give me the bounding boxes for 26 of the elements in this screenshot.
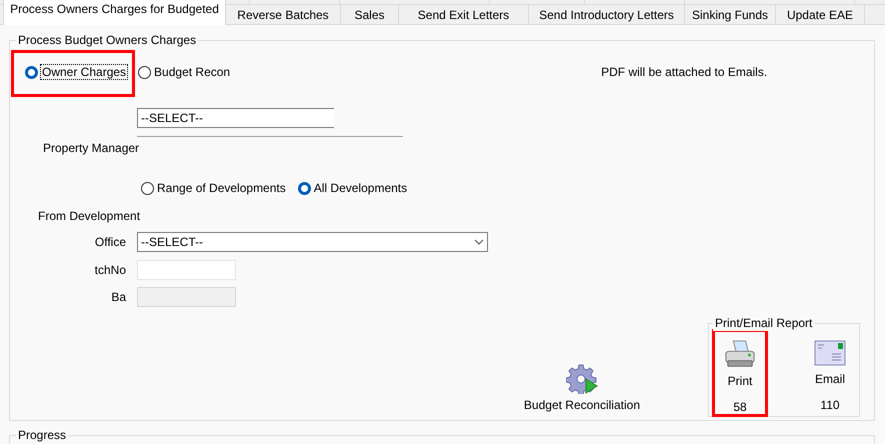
property-manager-select[interactable]: --SELECT-- [137,108,334,128]
from-development-label: From Development [38,208,140,224]
group-title: Process Budget Owners Charges [16,33,198,48]
radio-option[interactable]: All Developments [298,181,408,196]
tab[interactable]: Process Owners Charges for Budgeted [3,0,226,25]
radio-option[interactable]: Owner Charges [25,65,128,80]
office-label: Office [94,235,126,250]
count-text: 58 [733,400,747,414]
radio-option[interactable]: Range of Developments [141,181,286,196]
count-text: 110 [820,398,840,412]
input-field[interactable] [137,260,236,280]
print-button[interactable]: Print 58 [712,329,768,418]
batch-number-label: tchNo [94,263,126,278]
radio-option[interactable]: Budget Recon [138,65,230,80]
email-button[interactable]: Email 110 [802,329,858,418]
printer-icon [723,340,757,368]
budget-reconciliation-button[interactable]: Budget Reconciliation [524,364,640,412]
group-title: Print/Email Report [713,316,814,331]
field-label: Ba [110,290,126,304]
envelope-icon [814,340,846,366]
gear-play-icon [566,364,598,394]
note-text: PDF will be attached to Emails. [601,65,768,80]
group-title: Progress [16,428,68,442]
office-select[interactable]: --SELECT-- [137,232,488,252]
property-manager-label: Property Manager [43,141,140,156]
chevron-down-icon [474,239,484,246]
